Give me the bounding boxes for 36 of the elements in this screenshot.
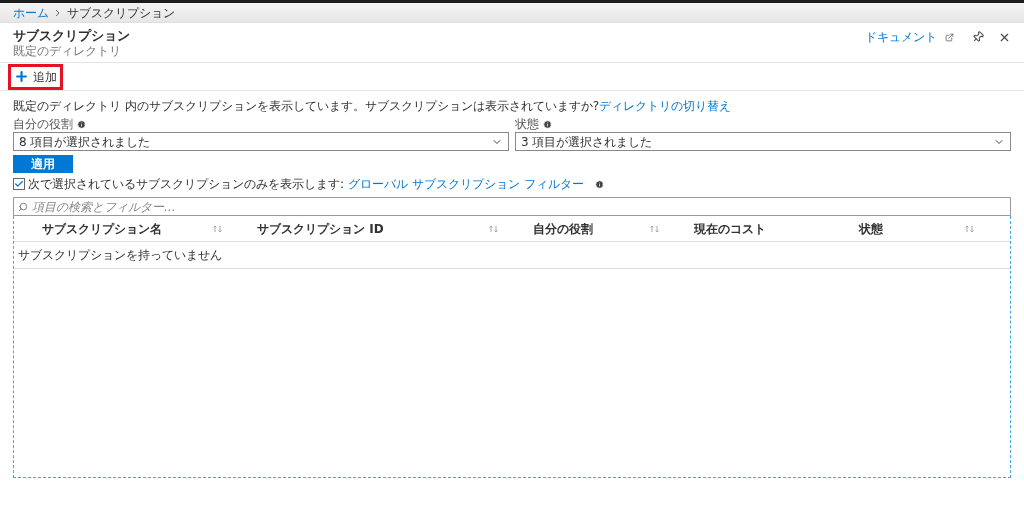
column-header[interactable]: 現在のコスト	[694, 219, 766, 238]
search-icon	[18, 201, 28, 212]
dropdown-value: 8 項目が選択されました	[19, 133, 151, 151]
empty-message: サブスクリプションを持っていません	[18, 247, 222, 264]
sort-icon[interactable]	[965, 224, 975, 233]
column-header[interactable]: 状態	[859, 219, 883, 238]
global-filter-text: 次で選択されているサブスクリプションのみを表示します: グローバル サブスクリプション フィルター	[28, 176, 584, 193]
plus-icon	[14, 69, 29, 84]
chevron-icon	[55, 8, 61, 17]
docs-link[interactable]: ドキュメント	[865, 28, 937, 46]
info-icon	[543, 119, 552, 129]
column-header[interactable]: 自分の役割	[533, 219, 593, 238]
page-subtitle: 既定のディレクトリ	[13, 44, 122, 59]
breadcrumb-link[interactable]: ホーム	[13, 3, 49, 22]
info-icon	[77, 119, 86, 129]
external-link-icon	[945, 32, 954, 42]
breadcrumb-current: サブスクリプション	[67, 4, 175, 22]
sort-icon[interactable]	[213, 224, 223, 233]
filter-dropdown[interactable]: 8 項目が選択されました	[13, 132, 509, 151]
page-title: サブスクリプション	[13, 28, 130, 44]
column-header[interactable]: サブスクリプション名	[42, 219, 162, 238]
filter-label: 状態	[515, 116, 539, 133]
sort-icon[interactable]	[650, 224, 660, 233]
add-button[interactable]: 追加	[8, 63, 63, 90]
check-icon	[14, 179, 24, 189]
sort-icon[interactable]	[489, 224, 499, 233]
dropdown-value: 3 項目が選択されました	[521, 133, 653, 151]
info-icon	[594, 179, 604, 189]
notice-text: 既定のディレクトリ 内のサブスクリプションを表示しています。サブスクリプションは表示されていますか?ディレクトリの切り替え	[13, 99, 733, 114]
filter-dropdown[interactable]: 3 項目が選択されました	[515, 132, 1011, 151]
global-filter-link[interactable]: グローバル サブスクリプション フィルター	[347, 177, 584, 191]
filter-label: 自分の役割	[13, 116, 73, 133]
apply-button[interactable]: 適用	[13, 155, 73, 173]
switch-directory-link[interactable]: ディレクトリの切り替え	[599, 99, 732, 113]
checkbox[interactable]	[13, 178, 25, 190]
column-header[interactable]: サブスクリプション ID	[257, 219, 384, 238]
